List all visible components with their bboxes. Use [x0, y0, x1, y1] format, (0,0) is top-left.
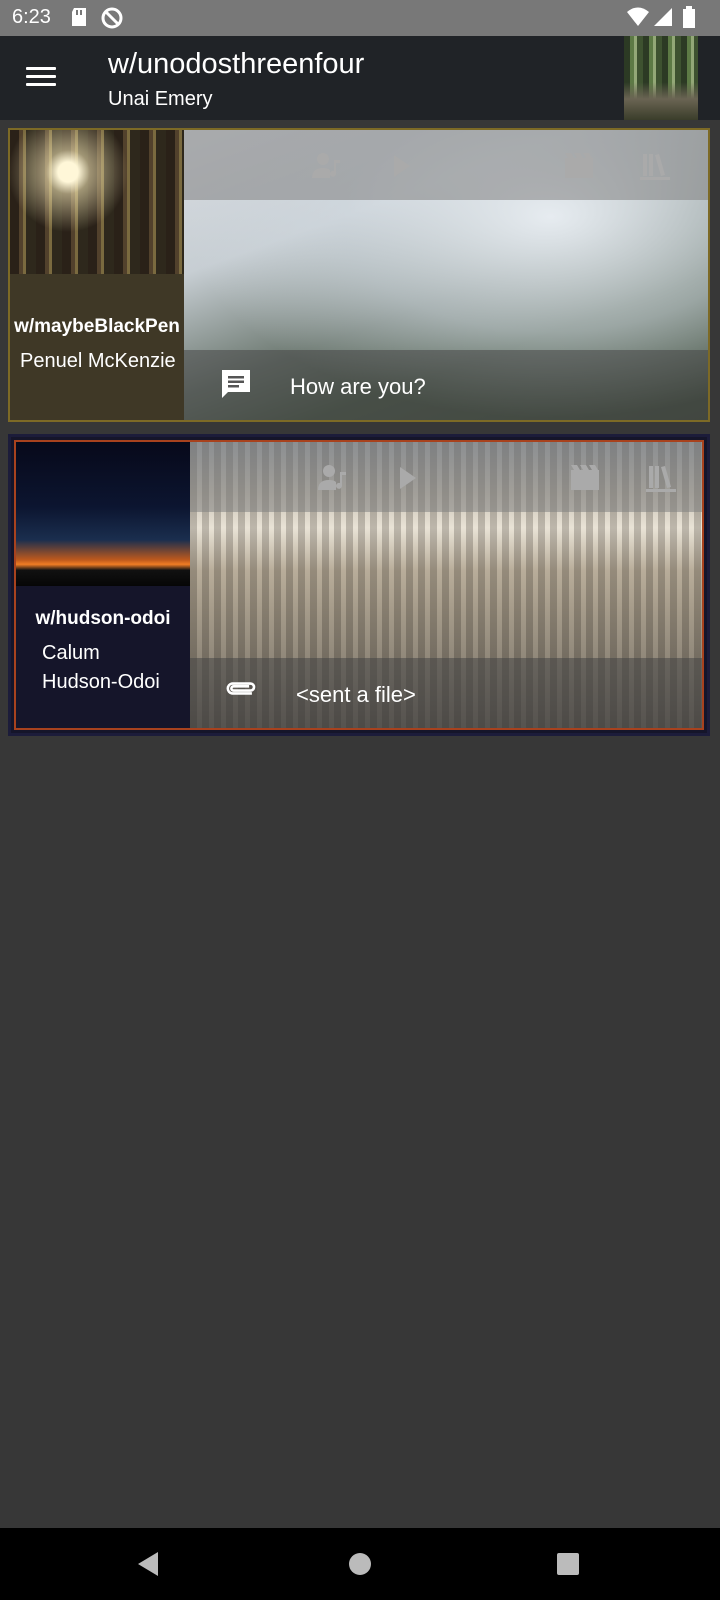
contact-thumbnail — [16, 442, 190, 586]
movie-icon[interactable] — [570, 464, 600, 492]
conversation-card[interactable]: w/hudson-odoi Calum Hudson-Odoi <sent a … — [8, 434, 710, 736]
music-person-icon[interactable] — [312, 152, 342, 180]
sd-card-icon — [72, 8, 86, 26]
conversation-preview[interactable]: How are you? — [184, 130, 708, 420]
do-not-disturb-icon — [101, 7, 123, 29]
play-icon[interactable] — [394, 464, 424, 492]
conversation-card[interactable]: w/maybeBlackPen Penuel McKenzie How are … — [8, 128, 710, 422]
recents-icon[interactable] — [556, 1550, 580, 1578]
last-message-bar: How are you? — [184, 350, 708, 420]
app-bar: w/unodosthreenfour Unai Emery — [0, 36, 720, 120]
status-bar: 6:23 — [0, 0, 720, 36]
signal-icon — [654, 8, 672, 26]
contact-handle: w/maybeBlackPen — [14, 316, 180, 337]
contact-thumbnail — [10, 130, 184, 274]
last-message-text: How are you? — [290, 374, 426, 399]
library-icon[interactable] — [646, 464, 676, 492]
contact-name: Penuel McKenzie — [20, 350, 176, 372]
wifi-icon — [627, 7, 649, 26]
back-icon[interactable] — [136, 1550, 160, 1578]
page-title: w/unodosthreenfour — [108, 48, 365, 80]
page-subtitle: Unai Emery — [108, 88, 213, 110]
profile-avatar[interactable] — [624, 36, 698, 120]
attachment-icon — [226, 682, 256, 695]
contact-name: Calum — [42, 642, 100, 664]
conversation-preview[interactable]: <sent a file> — [190, 442, 702, 728]
menu-button[interactable] — [24, 62, 58, 96]
movie-icon[interactable] — [564, 152, 594, 180]
navigation-bar — [0, 1528, 720, 1600]
music-person-icon[interactable] — [318, 464, 348, 492]
message-icon — [222, 370, 250, 398]
contact-handle: w/hudson-odoi — [35, 608, 171, 629]
contact-name: Hudson-Odoi — [42, 671, 160, 693]
last-message-text: <sent a file> — [296, 682, 416, 707]
conversation-info: w/hudson-odoi Calum Hudson-Odoi — [16, 442, 190, 728]
battery-icon — [683, 6, 695, 28]
play-icon[interactable] — [388, 152, 418, 180]
status-time: 6:23 — [12, 6, 51, 28]
card-toolbar — [184, 130, 708, 200]
conversation-info: w/maybeBlackPen Penuel McKenzie — [10, 130, 184, 420]
last-message-bar: <sent a file> — [190, 658, 702, 728]
card-toolbar — [190, 442, 702, 512]
library-icon[interactable] — [640, 152, 670, 180]
home-icon[interactable] — [348, 1550, 372, 1578]
